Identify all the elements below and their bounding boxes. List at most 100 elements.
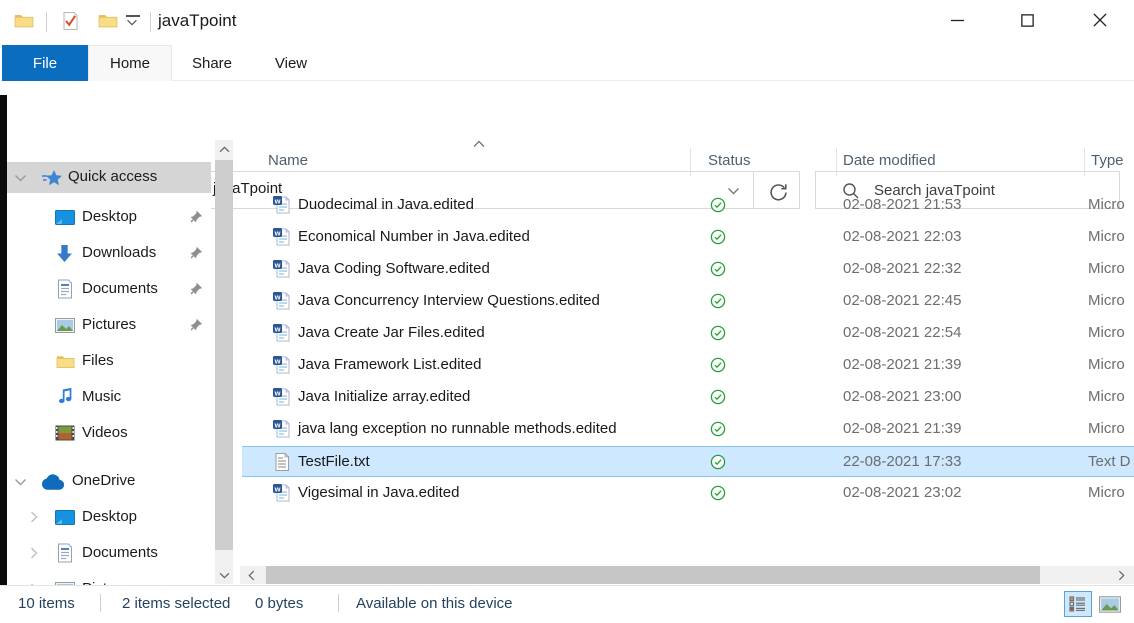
details-view-button[interactable] bbox=[1064, 591, 1092, 617]
tab-home[interactable]: Home bbox=[88, 45, 172, 81]
column-header-status[interactable]: Status bbox=[708, 152, 751, 169]
word-doc-icon bbox=[272, 259, 292, 279]
word-doc-icon bbox=[272, 195, 292, 215]
ribbon-tab-bar: File Home Share View ? bbox=[0, 45, 1134, 81]
table-row[interactable]: Duodecimal in Java.edited 02-08-2021 21:… bbox=[242, 190, 1134, 221]
close-button[interactable] bbox=[1077, 0, 1123, 40]
save-check-icon[interactable] bbox=[60, 11, 80, 31]
file-name: Vigesimal in Java.edited bbox=[298, 484, 459, 501]
file-name: java lang exception no runnable methods.… bbox=[298, 420, 617, 437]
sidebar-item-onedrive[interactable]: OneDrive bbox=[7, 466, 211, 497]
horizontal-scrollbar[interactable] bbox=[240, 566, 1134, 584]
document-icon bbox=[56, 543, 74, 563]
file-name: Duodecimal in Java.edited bbox=[298, 196, 474, 213]
desktop-icon bbox=[55, 210, 75, 225]
sidebar-item-onedrive-desktop[interactable]: Desktop bbox=[7, 502, 211, 533]
sidebar-item-label: Documents bbox=[82, 544, 158, 561]
table-row[interactable]: Economical Number in Java.edited 02-08-2… bbox=[242, 222, 1134, 253]
sidebar-scrollbar[interactable] bbox=[215, 140, 233, 584]
qat-customize-dropdown-icon[interactable] bbox=[126, 15, 140, 26]
file-type: Micro bbox=[1088, 196, 1125, 213]
tab-share[interactable]: Share bbox=[172, 45, 252, 81]
navigation-pane: Quick access Desktop Downloads Documents… bbox=[7, 140, 211, 585]
file-date: 02-08-2021 23:00 bbox=[843, 388, 961, 405]
chevron-down-icon[interactable] bbox=[14, 478, 27, 486]
column-header-name[interactable]: Name bbox=[268, 152, 308, 169]
minimize-button[interactable] bbox=[934, 0, 980, 40]
column-divider[interactable] bbox=[690, 148, 691, 176]
table-row[interactable]: Java Initialize array.edited 02-08-2021 … bbox=[242, 382, 1134, 413]
sidebar-item-label: Desktop bbox=[82, 508, 137, 525]
table-row[interactable]: java lang exception no runnable methods.… bbox=[242, 414, 1134, 445]
sidebar-item-desktop[interactable]: Desktop bbox=[7, 202, 211, 233]
table-row[interactable]: Java Framework List.edited 02-08-2021 21… bbox=[242, 350, 1134, 381]
scroll-right-arrow-icon[interactable] bbox=[1112, 566, 1130, 584]
file-date: 02-08-2021 22:32 bbox=[843, 260, 961, 277]
folder-icon[interactable] bbox=[14, 12, 34, 28]
sidebar-item-pictures[interactable]: Pictures bbox=[7, 310, 211, 341]
file-name: Java Create Jar Files.edited bbox=[298, 324, 485, 341]
sidebar-item-label: Videos bbox=[82, 424, 128, 441]
synced-check-icon bbox=[710, 357, 726, 373]
synced-check-icon bbox=[710, 229, 726, 245]
file-date: 02-08-2021 21:39 bbox=[843, 420, 961, 437]
column-divider[interactable] bbox=[836, 148, 837, 176]
chevron-right-icon[interactable] bbox=[30, 547, 38, 559]
tab-file[interactable]: File bbox=[2, 45, 88, 81]
word-doc-icon bbox=[272, 483, 292, 503]
file-date: 02-08-2021 21:39 bbox=[843, 356, 961, 373]
chevron-down-icon[interactable] bbox=[14, 174, 27, 182]
tab-file-label: File bbox=[33, 55, 57, 72]
sidebar-item-downloads[interactable]: Downloads bbox=[7, 238, 211, 269]
table-row[interactable]: Vigesimal in Java.edited 02-08-2021 23:0… bbox=[242, 478, 1134, 509]
column-header-date-modified[interactable]: Date modified bbox=[843, 152, 936, 169]
scroll-up-arrow-icon[interactable] bbox=[215, 140, 233, 158]
sidebar-item-documents[interactable]: Documents bbox=[7, 274, 211, 305]
background-window-edge bbox=[0, 95, 7, 585]
file-type: Micro bbox=[1088, 388, 1125, 405]
table-row[interactable]: Java Create Jar Files.edited 02-08-2021 … bbox=[242, 318, 1134, 349]
separator bbox=[100, 594, 101, 612]
sidebar-item-label: Music bbox=[82, 388, 121, 405]
sidebar-item-onedrive-documents[interactable]: Documents bbox=[7, 538, 211, 569]
window-title: javaTpoint bbox=[158, 11, 236, 31]
tab-home-label: Home bbox=[110, 55, 150, 72]
sidebar-section-label: Quick access bbox=[68, 168, 157, 185]
download-icon bbox=[56, 244, 73, 263]
sidebar-item-quick-access[interactable]: Quick access bbox=[7, 162, 211, 193]
large-icons-view-button[interactable] bbox=[1096, 591, 1124, 617]
synced-check-icon bbox=[710, 197, 726, 213]
sidebar-item-music[interactable]: Music bbox=[7, 382, 211, 413]
sidebar-item-files[interactable]: Files bbox=[7, 346, 211, 377]
synced-check-icon bbox=[710, 421, 726, 437]
chevron-right-icon[interactable] bbox=[30, 511, 38, 523]
scroll-down-arrow-icon[interactable] bbox=[215, 566, 233, 584]
table-row[interactable]: Java Concurrency Interview Questions.edi… bbox=[242, 286, 1134, 317]
sidebar-item-onedrive-pictures[interactable]: Pictures bbox=[7, 574, 211, 585]
sort-ascending-icon bbox=[472, 140, 486, 148]
file-type: Micro bbox=[1088, 356, 1125, 373]
scrollbar-thumb[interactable] bbox=[215, 160, 233, 550]
column-divider[interactable] bbox=[1084, 148, 1085, 176]
maximize-button[interactable] bbox=[1004, 0, 1050, 40]
file-type: Micro bbox=[1088, 260, 1125, 277]
table-row[interactable]: Java Coding Software.edited 02-08-2021 2… bbox=[242, 254, 1134, 285]
synced-check-icon bbox=[710, 325, 726, 341]
title-bar: javaTpoint bbox=[0, 0, 1134, 45]
table-row-selected[interactable]: TestFile.txt 22-08-2021 17:33 Text D bbox=[242, 446, 1134, 477]
column-header-type[interactable]: Type bbox=[1091, 152, 1124, 169]
sidebar-item-videos[interactable]: Videos bbox=[7, 418, 211, 449]
folder-icon[interactable] bbox=[98, 12, 118, 28]
pin-icon bbox=[190, 210, 203, 223]
pin-icon bbox=[190, 282, 203, 295]
synced-check-icon bbox=[710, 389, 726, 405]
scrollbar-thumb[interactable] bbox=[266, 566, 1040, 584]
tab-view[interactable]: View bbox=[252, 45, 330, 81]
synced-check-icon bbox=[710, 485, 726, 501]
navigation-bar: javaTpoint bbox=[0, 81, 1134, 140]
scroll-left-arrow-icon[interactable] bbox=[242, 566, 260, 584]
sidebar-item-label: Downloads bbox=[82, 244, 156, 261]
music-icon bbox=[58, 387, 73, 407]
file-date: 02-08-2021 23:02 bbox=[843, 484, 961, 501]
file-name: Java Concurrency Interview Questions.edi… bbox=[298, 292, 600, 309]
